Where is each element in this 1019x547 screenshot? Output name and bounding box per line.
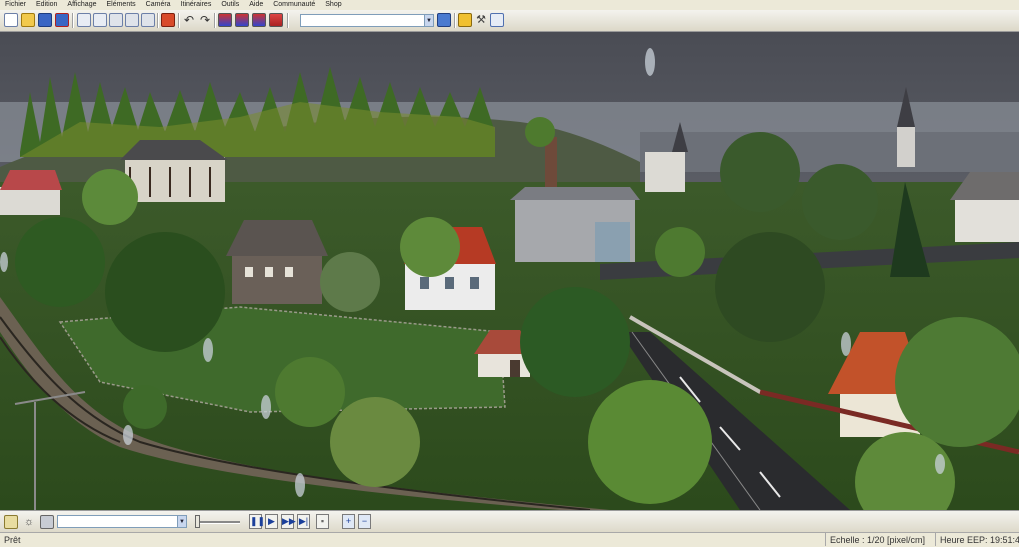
camera-combo[interactable]: ▼ [57, 515, 187, 528]
menu-affichage[interactable]: Affichage [62, 0, 101, 10]
tram-edit-icon[interactable] [252, 13, 266, 27]
camera-view-icon[interactable] [40, 515, 54, 529]
status-bar: Prêt Echelle : 1/20 [pixel/cm] Heure EEP… [0, 532, 1019, 547]
status-ready: Prêt [4, 535, 21, 545]
road-edit-icon[interactable] [235, 13, 249, 27]
zoom-out-icon[interactable]: − [358, 514, 371, 529]
object-search-combo[interactable]: ▼ [300, 14, 434, 27]
paste-icon[interactable] [93, 13, 107, 27]
camera-combo-value [58, 518, 60, 527]
menu-edition[interactable]: Edition [31, 0, 62, 10]
open-folder-icon[interactable] [21, 13, 35, 27]
menu-bar: Fichier Edition Affichage Eléments Camér… [0, 0, 1019, 10]
edit-icon[interactable] [4, 515, 18, 529]
speed-slider-thumb[interactable] [195, 515, 200, 528]
picture-icon[interactable] [161, 13, 175, 27]
light-icon[interactable]: ☼ [22, 515, 36, 529]
menu-shop[interactable]: Shop [320, 0, 346, 10]
3d-viewport[interactable] [0, 32, 1019, 510]
settings-icon[interactable] [458, 13, 472, 27]
main-toolbar: ↶ ↷ ▼ ⚒ [0, 10, 1019, 32]
menu-fichier[interactable]: Fichier [0, 0, 31, 10]
grey-house [226, 220, 328, 304]
signal-icon[interactable] [269, 13, 283, 27]
copy-icon[interactable] [77, 13, 91, 27]
layer-down-icon[interactable] [141, 13, 155, 27]
tools-icon[interactable]: ⚒ [474, 13, 488, 27]
track-edit-icon[interactable] [218, 13, 232, 27]
record-icon[interactable]: ▪ [316, 514, 329, 529]
status-time: Heure EEP: 19:51:4 [935, 533, 1019, 546]
save-as-icon[interactable] [55, 13, 69, 27]
status-scale: Echelle : 1/20 [pixel/cm] [825, 533, 925, 546]
fast-forward-icon[interactable]: ▶▶ [281, 514, 296, 529]
menu-outils[interactable]: Outils [216, 0, 244, 10]
menu-itineraires[interactable]: Itinéraires [176, 0, 217, 10]
camera-icon[interactable] [437, 13, 451, 27]
object-search-value [301, 17, 303, 26]
red-roof-house-far-left [0, 170, 62, 215]
new-file-icon[interactable] [4, 13, 18, 27]
menu-aide[interactable]: Aide [244, 0, 268, 10]
redo-icon[interactable]: ↷ [198, 13, 212, 27]
zoom-in-icon[interactable]: + [342, 514, 355, 529]
menu-elements[interactable]: Eléments [101, 0, 140, 10]
menu-camera[interactable]: Caméra [141, 0, 176, 10]
info-icon[interactable] [490, 13, 504, 27]
play-icon[interactable]: ▶ [265, 514, 278, 529]
speed-slider-track[interactable] [196, 521, 240, 524]
chevron-down-icon[interactable]: ▼ [424, 15, 433, 26]
fastest-icon[interactable]: ▶| [297, 514, 310, 529]
menu-communaute[interactable]: Communauté [268, 0, 320, 10]
undo-icon[interactable]: ↶ [182, 13, 196, 27]
layer-icon[interactable] [109, 13, 123, 27]
bottom-toolbar: ☼ ▼ ❚❚ ▶ ▶▶ ▶| ▪ + − [0, 510, 1019, 533]
layer-up-icon[interactable] [125, 13, 139, 27]
chevron-down-icon[interactable]: ▼ [177, 516, 186, 527]
pause-icon[interactable]: ❚❚ [249, 514, 265, 529]
save-icon[interactable] [38, 13, 52, 27]
